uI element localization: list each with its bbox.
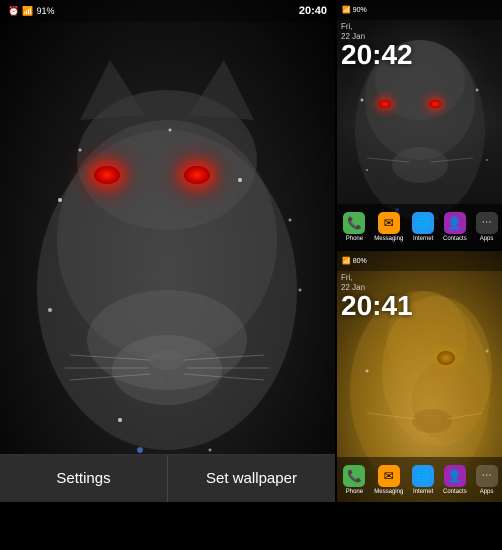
phone-preview-bottom[interactable]: 📶 80% Fri, 22 Jan 20:41 📞 Phone ✉ M bbox=[337, 251, 502, 502]
contacts-app-label: Contacts bbox=[443, 236, 467, 242]
dock-bottom-phone: 📞 Phone bbox=[343, 465, 365, 495]
bottom-phone-app-label: Phone bbox=[346, 489, 363, 495]
dock-phone-icon: 📞 Phone bbox=[343, 212, 365, 242]
dock-bottom-apps: ⋯ Apps bbox=[476, 465, 498, 495]
dock-apps-icon: ⋯ Apps bbox=[476, 212, 498, 242]
phone-bottom-status-bar: 📶 80% bbox=[337, 251, 502, 271]
battery-text: 91% bbox=[36, 6, 54, 16]
phone-top-battery: 90% bbox=[353, 7, 367, 14]
bottom-internet-app-label: Internet bbox=[413, 489, 433, 495]
phone-top-red-eye-left bbox=[379, 100, 391, 108]
lion-face-art bbox=[0, 0, 335, 502]
bottom-msg-app-label: Messaging bbox=[374, 489, 403, 495]
internet-app-icon: 🌐 bbox=[412, 212, 434, 234]
settings-button[interactable]: Settings bbox=[0, 455, 168, 502]
phone-bottom-dock: 📞 Phone ✉ Messaging 🌐 Internet 👤 Contact… bbox=[337, 457, 502, 502]
bottom-internet-app-icon: 🌐 bbox=[412, 465, 434, 487]
phone-bottom-date-line1: Fri, bbox=[341, 273, 413, 283]
bottom-button-bar: Settings Set wallpaper bbox=[0, 454, 335, 502]
dock-bottom-contacts: 👤 Contacts bbox=[443, 465, 467, 495]
phone-top-status-bar: 📶 90% bbox=[337, 0, 502, 20]
bottom-apps-drawer-icon: ⋯ bbox=[476, 465, 498, 487]
apps-drawer-icon: ⋯ bbox=[476, 212, 498, 234]
phone-top-status-icons: 📶 90% bbox=[342, 6, 367, 14]
phone-app-icon: 📞 bbox=[343, 212, 365, 234]
phone-bottom-battery: 80% bbox=[353, 258, 367, 265]
bottom-phone-app-icon: 📞 bbox=[343, 465, 365, 487]
phone-top-date-line1: Fri, bbox=[341, 22, 413, 32]
bottom-contacts-app-label: Contacts bbox=[443, 489, 467, 495]
apps-drawer-label: Apps bbox=[480, 236, 494, 242]
dock-bottom-internet: 🌐 Internet bbox=[412, 465, 434, 495]
phone-bottom-time-widget: Fri, 22 Jan 20:41 bbox=[341, 273, 413, 320]
lion-svg bbox=[0, 0, 335, 502]
lion-red-eye-left bbox=[94, 166, 120, 184]
status-time: 20:40 bbox=[299, 5, 327, 17]
wallpaper-background: ⏰ 📶 91% 20:40 bbox=[0, 0, 335, 502]
alarm-icon: ⏰ bbox=[8, 6, 19, 17]
dock-contacts-icon: 👤 Contacts bbox=[443, 212, 467, 242]
right-panel-phones: 📶 90% Fri, 22 Jan 20:42 📞 Phone ✉ M bbox=[335, 0, 502, 502]
internet-app-label: Internet bbox=[413, 236, 433, 242]
contacts-app-icon: 👤 bbox=[444, 212, 466, 234]
phone-top-time-widget: Fri, 22 Jan 20:42 bbox=[341, 22, 413, 69]
messaging-app-icon: ✉ bbox=[378, 212, 400, 234]
bottom-apps-drawer-label: Apps bbox=[480, 489, 494, 495]
phone-bottom-notif-icon: 📶 bbox=[342, 257, 351, 265]
dock-bottom-msg: ✉ Messaging bbox=[374, 465, 403, 495]
main-wallpaper-preview: ⏰ 📶 91% 20:40 bbox=[0, 0, 335, 502]
wifi-icon: 📶 bbox=[22, 6, 33, 17]
phone-top-red-eye-right bbox=[429, 100, 441, 108]
set-wallpaper-button[interactable]: Set wallpaper bbox=[168, 455, 335, 502]
phone-preview-top[interactable]: 📶 90% Fri, 22 Jan 20:42 📞 Phone ✉ M bbox=[337, 0, 502, 251]
phone-app-label: Phone bbox=[346, 236, 363, 242]
dock-internet-icon: 🌐 Internet bbox=[412, 212, 434, 242]
status-icons: ⏰ 📶 91% bbox=[8, 6, 54, 17]
dock-messaging-icon: ✉ Messaging bbox=[374, 212, 403, 242]
phone-bottom-time: 20:41 bbox=[341, 292, 413, 320]
phone-top-notif-icon: 📶 bbox=[342, 6, 351, 14]
phone-top-time: 20:42 bbox=[341, 41, 413, 69]
lion-red-eye-right bbox=[184, 166, 210, 184]
status-bar-left: ⏰ 📶 91% 20:40 bbox=[0, 0, 335, 22]
phone-top-dock: 📞 Phone ✉ Messaging 🌐 Internet 👤 Contact… bbox=[337, 204, 502, 249]
phone-bottom-status-icons: 📶 80% bbox=[342, 257, 367, 265]
bottom-msg-app-icon: ✉ bbox=[378, 465, 400, 487]
bottom-contacts-app-icon: 👤 bbox=[444, 465, 466, 487]
messaging-app-label: Messaging bbox=[374, 236, 403, 242]
main-container: ⏰ 📶 91% 20:40 bbox=[0, 0, 502, 550]
